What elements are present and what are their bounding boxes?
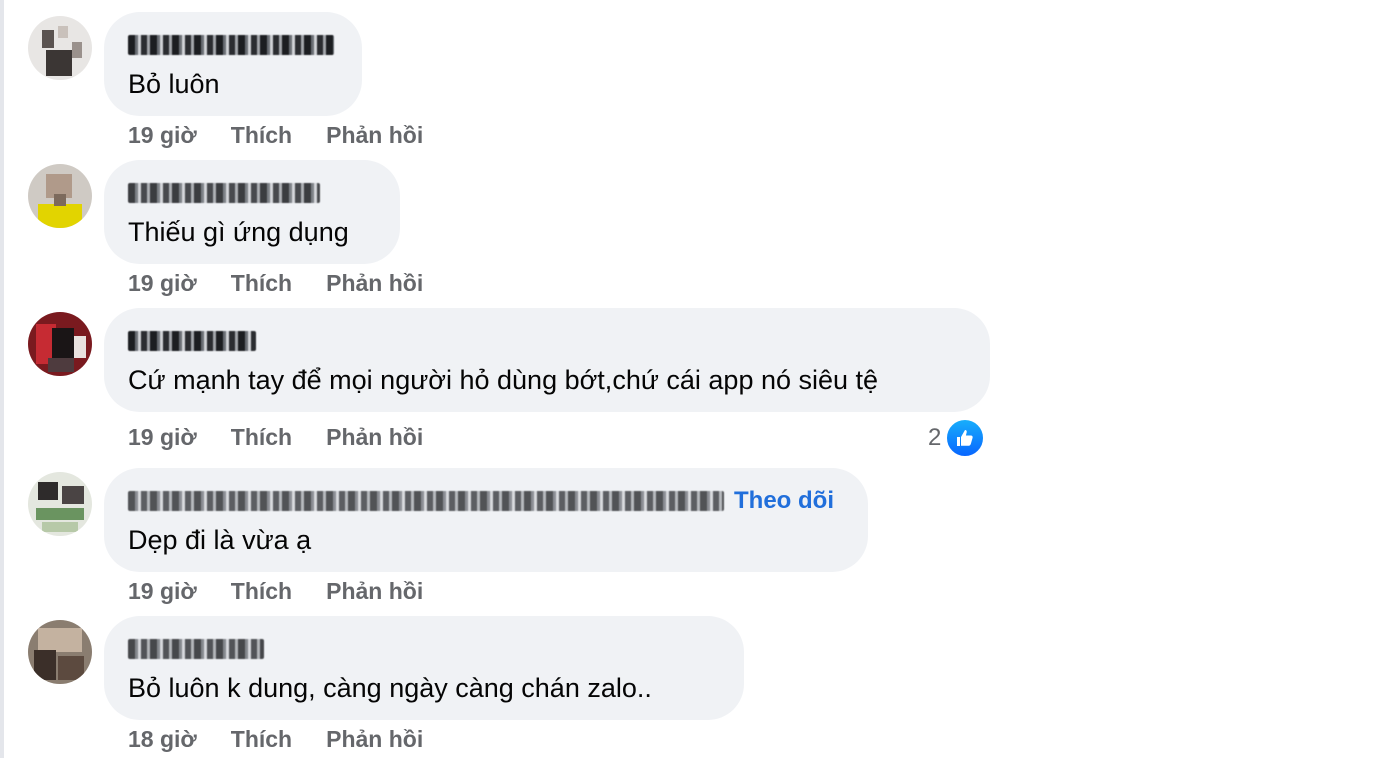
- comment-text: Bỏ luôn: [128, 69, 220, 99]
- reply-button[interactable]: Phản hồi: [326, 424, 423, 451]
- comment-text: Cứ mạnh tay để mọi người hỏ dùng bớt,chứ…: [128, 365, 879, 395]
- comment-actions: 19 giờ Thích Phản hồi: [128, 270, 423, 297]
- reaction-count: 2: [928, 424, 942, 451]
- like-button[interactable]: Thích: [231, 726, 292, 753]
- like-icon: [945, 418, 986, 458]
- reaction-summary[interactable]: 2: [928, 418, 986, 458]
- comment-bubble: Bỏ luôn k dung, càng ngày càng chán zalo…: [104, 616, 744, 720]
- like-button[interactable]: Thích: [231, 270, 292, 297]
- reply-button[interactable]: Phản hồi: [326, 578, 423, 605]
- comment-time[interactable]: 19 giờ: [128, 122, 197, 149]
- author-name-redacted[interactable]: [128, 180, 376, 206]
- like-button[interactable]: Thích: [231, 122, 292, 149]
- avatar[interactable]: [28, 620, 92, 684]
- avatar[interactable]: [28, 16, 92, 80]
- comment-actions: 19 giờ Thích Phản hồi: [128, 424, 423, 451]
- comment-time[interactable]: 19 giờ: [128, 270, 197, 297]
- comment-text: Bỏ luôn k dung, càng ngày càng chán zalo…: [128, 673, 652, 703]
- avatar[interactable]: [28, 312, 92, 376]
- author-name-redacted[interactable]: [128, 636, 720, 662]
- follow-link[interactable]: Theo dõi: [734, 487, 834, 515]
- comment-actions: 18 giờ Thích Phản hồi: [128, 726, 423, 753]
- avatar[interactable]: [28, 164, 92, 228]
- comment-actions: 19 giờ Thích Phản hồi: [128, 578, 423, 605]
- comment-time[interactable]: 19 giờ: [128, 578, 197, 605]
- comment-actions: 19 giờ Thích Phản hồi: [128, 122, 423, 149]
- comment-text: Thiếu gì ứng dụng: [128, 217, 349, 247]
- thread-edge: [0, 0, 4, 758]
- avatar[interactable]: [28, 472, 92, 536]
- like-button[interactable]: Thích: [231, 578, 292, 605]
- comment-bubble: Cứ mạnh tay để mọi người hỏ dùng bớt,chứ…: [104, 308, 990, 412]
- author-name-redacted[interactable]: [128, 32, 338, 58]
- comment-time[interactable]: 19 giờ: [128, 424, 197, 451]
- author-name-redacted[interactable]: Theo dõi: [128, 487, 844, 515]
- reply-button[interactable]: Phản hồi: [326, 726, 423, 753]
- comment-time[interactable]: 18 giờ: [128, 726, 197, 753]
- like-button[interactable]: Thích: [231, 424, 292, 451]
- reply-button[interactable]: Phản hồi: [326, 122, 423, 149]
- comment-bubble: Theo dõi Dẹp đi là vừa ạ: [104, 468, 868, 572]
- comment-text: Dẹp đi là vừa ạ: [128, 525, 312, 555]
- reply-button[interactable]: Phản hồi: [326, 270, 423, 297]
- comment-bubble: Thiếu gì ứng dụng: [104, 160, 400, 264]
- author-name-redacted[interactable]: [128, 328, 966, 354]
- comment-bubble: Bỏ luôn: [104, 12, 362, 116]
